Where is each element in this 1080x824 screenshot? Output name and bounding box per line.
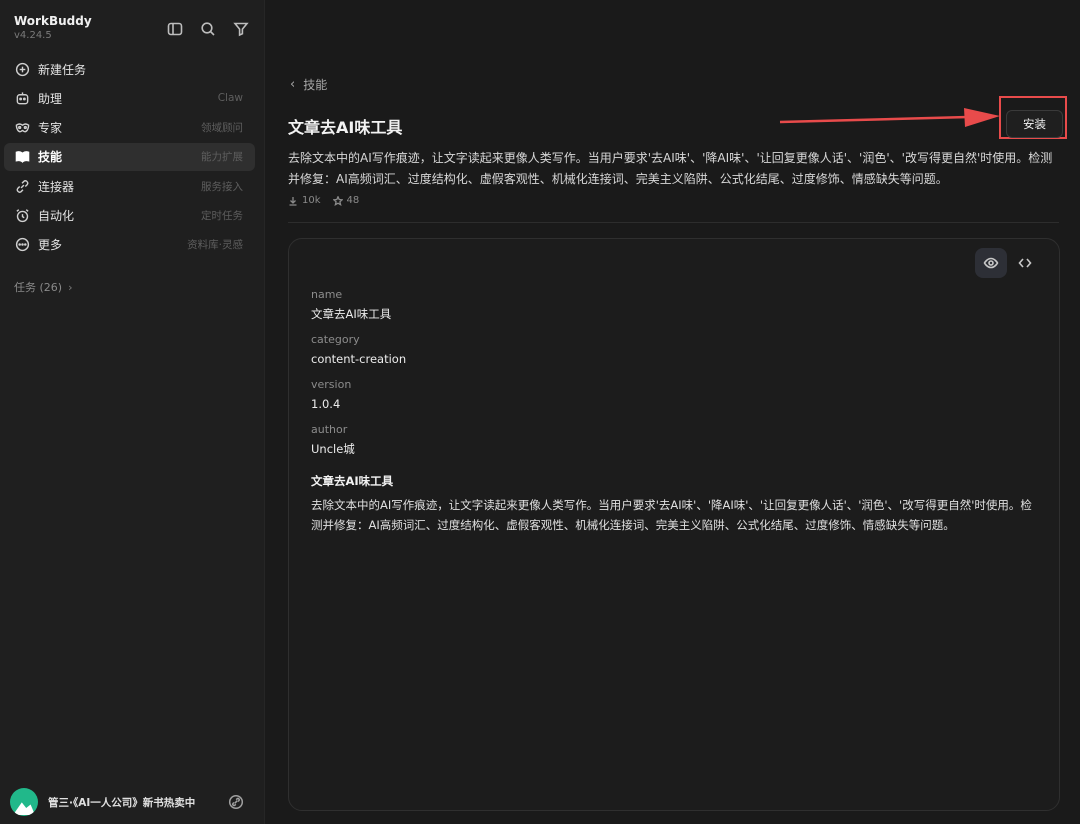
plus-circle-icon [14,61,30,77]
download-count: 10k [288,195,321,206]
view-mode-toggle [975,248,1041,278]
filter-icon[interactable] [232,20,249,37]
meta-value: 文章去AI味工具 [311,307,392,321]
install-button[interactable]: 安装 [1006,110,1063,138]
sidebar-item-hint: 定时任务 [201,209,243,222]
star-count-value: 48 [346,195,360,206]
star-icon [332,195,343,206]
sidebar: WorkBuddy v4.24.5 新建任务 助理 Claw 专家 领域顾问 技… [0,0,265,824]
tasks-section-toggle[interactable]: 任务 (26) › [14,279,72,295]
back-link[interactable]: ‹ 技能 [290,76,327,93]
robot-icon [14,90,30,106]
skill-description: 去除文本中的AI写作痕迹，让文字读起来更像人类写作。当用户要求'去AI味'、'降… [288,151,1053,186]
meta-key: category [311,333,360,346]
sidebar-item-label: 自动化 [38,208,75,223]
sidebar-item-hint: 能力扩展 [201,151,243,164]
meta-key: author [311,423,348,436]
sidebar-item-label: 技能 [38,150,63,165]
sidebar-item-label: 专家 [38,121,63,136]
skill-detail-card: name 文章去AI味工具 category content-creation … [288,238,1060,811]
meta-author: author Uncle城 [311,422,406,458]
annotation-arrow [779,108,1000,127]
sidebar-item-label: 助理 [38,91,63,106]
sidebar-nav: 新建任务 助理 Claw 专家 领域顾问 技能 能力扩展 连接器 服务接入 自动… [4,55,255,260]
more-dots-icon [14,237,30,253]
sidebar-item-hint: 服务接入 [201,180,243,193]
sidebar-item-hint: Claw [217,92,243,105]
mask-icon [14,120,30,136]
chevron-left-icon: ‹ [290,77,296,92]
search-icon[interactable] [199,20,216,37]
meta-version: version 1.0.4 [311,377,406,413]
meta-category: category content-creation [311,332,406,368]
sidebar-item-expert[interactable]: 专家 领域顾问 [4,114,255,142]
sidebar-toggle-icon[interactable] [166,20,183,37]
user-profile[interactable]: 管三·《AI一人公司》新书热卖中 [10,787,250,817]
sidebar-item-connectors[interactable]: 连接器 服务接入 [4,172,255,200]
avatar [10,788,38,816]
meta-value: content-creation [311,352,407,366]
skill-stats: 10k 48 [288,195,359,206]
book-icon [14,149,30,165]
chevron-right-icon: › [68,280,73,294]
sidebar-item-label: 更多 [38,238,63,253]
download-count-value: 10k [302,195,321,206]
meta-key: name [311,288,343,301]
tasks-label: 任务 (26) [14,281,63,294]
meta-value: Uncle城 [311,442,355,456]
sidebar-item-more[interactable]: 更多 资料库·灵感 [4,231,255,259]
sidebar-item-skills[interactable]: 技能 能力扩展 [4,142,255,171]
link-icon [14,178,30,194]
body-text: 去除文本中的AI写作痕迹，让文字读起来更像人类写作。当用户要求'去AI味'、'降… [311,498,1032,532]
sidebar-item-label: 连接器 [38,179,75,194]
sidebar-item-hint: 资料库·灵感 [187,239,243,252]
alarm-clock-icon [14,207,30,223]
skill-body: 文章去AI味工具 去除文本中的AI写作痕迹，让文字读起来更像人类写作。当用户要求… [311,473,1041,535]
divider [288,222,1059,223]
sidebar-item-automation[interactable]: 自动化 定时任务 [4,201,255,229]
user-name: 管三·《AI一人公司》新书热卖中 [48,796,196,809]
sidebar-item-hint: 领域顾问 [201,122,243,135]
meta-name: name 文章去AI味工具 [311,287,406,323]
sidebar-item-label: 新建任务 [38,62,87,77]
meta-value: 1.0.4 [311,397,341,411]
back-label: 技能 [303,78,328,92]
sidebar-toolbar [166,20,249,37]
brand: WorkBuddy v4.24.5 [14,14,92,41]
page-title: 文章去AI味工具 [288,118,403,137]
sidebar-item-new-task[interactable]: 新建任务 [4,55,255,83]
body-title: 文章去AI味工具 [311,474,394,488]
download-icon [289,196,297,206]
preview-eye-icon[interactable] [975,248,1007,278]
code-view-icon[interactable] [1009,248,1041,278]
link-settings-icon[interactable] [228,794,244,810]
app-name: WorkBuddy [14,14,92,28]
skill-metadata: name 文章去AI味工具 category content-creation … [311,287,406,467]
app-version: v4.24.5 [14,30,52,41]
star-count: 48 [332,195,360,206]
meta-key: version [311,378,352,391]
sidebar-item-assistant[interactable]: 助理 Claw [4,84,255,112]
main-panel: ‹ 技能 文章去AI味工具 安装 去除文本中的AI写作痕迹，让文字读起来更像人类… [266,0,1080,824]
